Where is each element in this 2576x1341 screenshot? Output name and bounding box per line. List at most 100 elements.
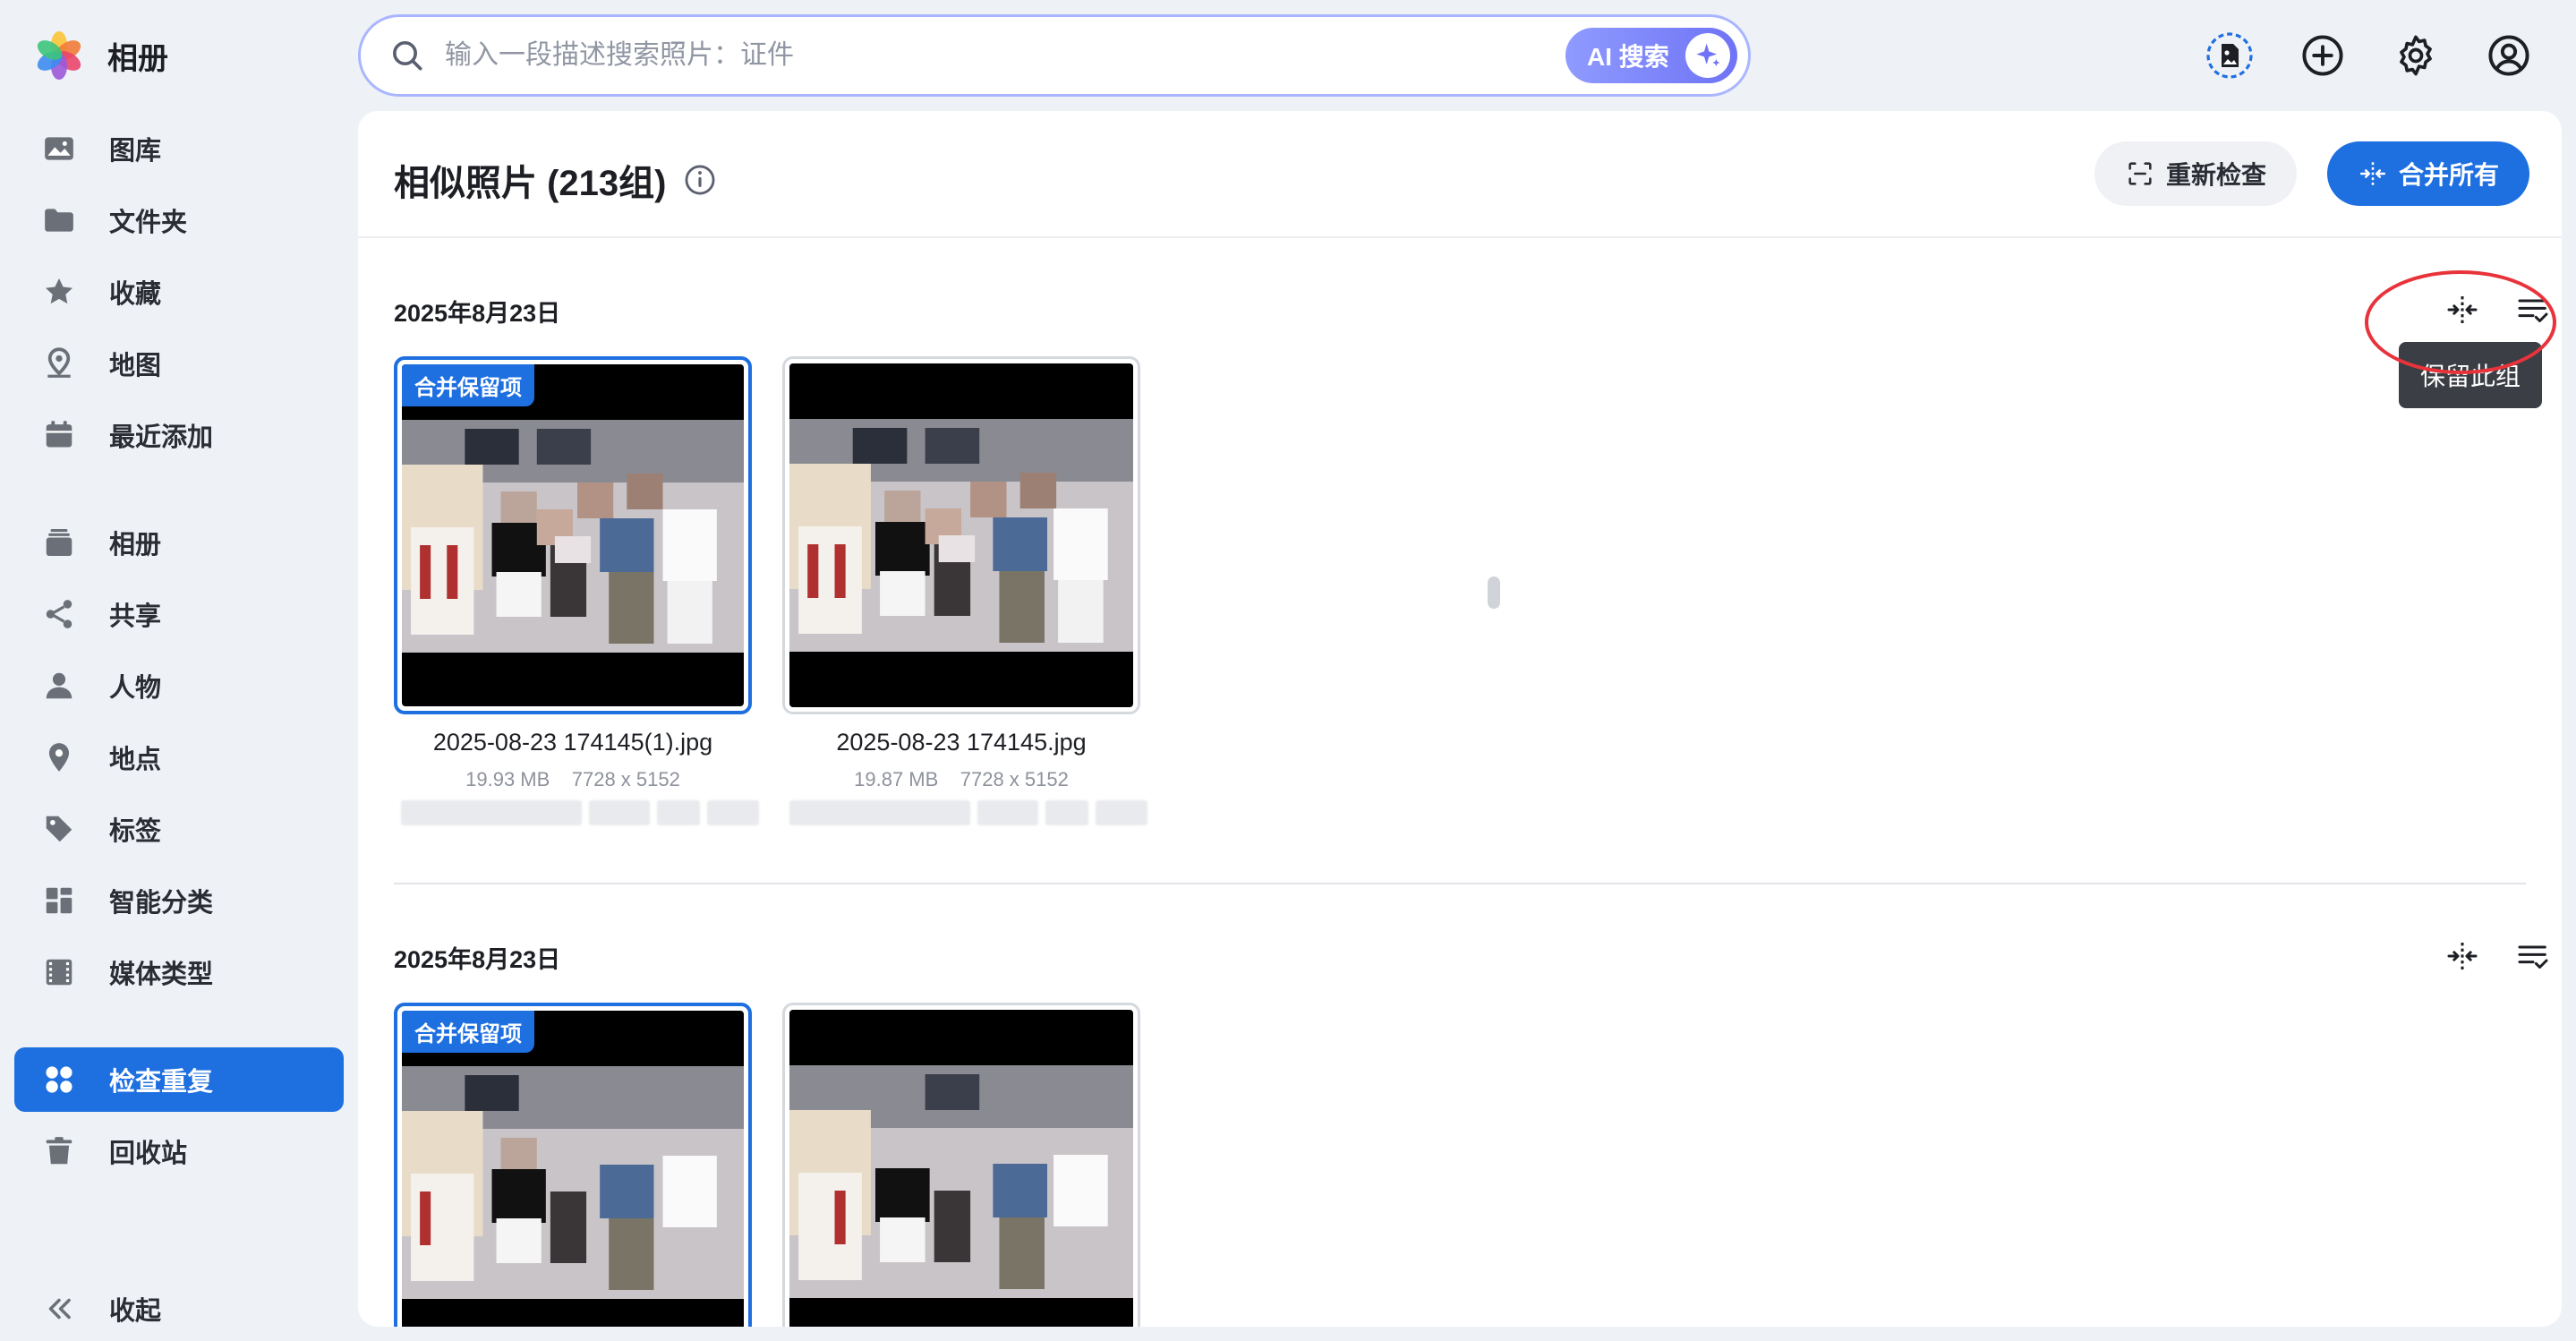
albums-icon: [41, 525, 77, 560]
page-title-text: 相似照片 (213组): [394, 164, 667, 203]
group-photo-image: [789, 1065, 1133, 1298]
map-pin-icon: [41, 346, 77, 381]
redacted-info: [401, 800, 759, 829]
ai-search-button[interactable]: AI 搜索: [1565, 28, 1737, 83]
keep-badge: 合并保留项: [402, 364, 534, 406]
photo-size: 19.93 MB: [465, 768, 550, 790]
photo-thumbnail: 合并保留项: [402, 364, 744, 706]
settings-button[interactable]: [2384, 24, 2447, 87]
calendar-icon: [41, 417, 77, 453]
group-divider: [394, 883, 2526, 884]
header-divider: [358, 236, 2562, 238]
group-photo-image: [402, 420, 744, 653]
recheck-label: 重新检查: [2165, 161, 2266, 189]
sidebar-item-check-duplicates[interactable]: 检查重复: [14, 1047, 344, 1112]
tag-icon: [41, 811, 77, 847]
photo-thumbnail: [789, 1010, 1133, 1327]
app-title: 相册: [107, 41, 168, 76]
photo-dimensions: 7728 x 5152: [960, 768, 1069, 790]
double-chevron-left-icon: [41, 1291, 77, 1327]
folder-icon: [41, 202, 77, 238]
sidebar-item-label: 收藏: [109, 280, 162, 309]
photo-size: 19.87 MB: [854, 768, 939, 790]
page-title: 相似照片 (213组): [394, 154, 717, 206]
keep-group-tooltip: 保留此组: [2399, 342, 2542, 408]
sidebar-item-label: 地图: [109, 352, 162, 380]
merge-icon: [2447, 943, 2478, 969]
duplicates-icon: [41, 1062, 77, 1098]
sidebar-item-smart-categories[interactable]: 智能分类: [14, 868, 344, 933]
photo-thumbnail: [789, 363, 1133, 707]
merge-icon: [2359, 162, 2386, 185]
sidebar-item-label: 地点: [109, 746, 162, 774]
merge-icon: [2447, 296, 2478, 323]
trash-icon: [41, 1133, 77, 1169]
photo-filename: 2025-08-23 174145(1).jpg: [432, 729, 713, 756]
sidebar-item-label: 最近添加: [109, 423, 214, 452]
photo-dimensions: 7728 x 5152: [571, 768, 680, 790]
photo-card[interactable]: 合并保留项: [394, 1003, 752, 1327]
sidebar-item-albums[interactable]: 相册: [14, 510, 344, 575]
sidebar-item-label: 回收站: [109, 1140, 188, 1168]
star-icon: [41, 274, 77, 310]
settings-icon: [2400, 35, 2432, 76]
keep-group-button[interactable]: [2508, 931, 2558, 981]
photo-card[interactable]: 合并保留项: [394, 356, 752, 714]
sidebar-item-people[interactable]: 人物: [14, 653, 344, 718]
person-icon: [41, 668, 77, 704]
photo-meta: 19.87 MB 7728 x 5152: [782, 768, 1140, 791]
redacted-info: [789, 800, 1147, 829]
sidebar-item-label: 人物: [109, 674, 162, 703]
sidebar-item-favorites[interactable]: 收藏: [14, 260, 344, 324]
photo-card[interactable]: [782, 356, 1140, 714]
photo-card[interactable]: [782, 1003, 1140, 1327]
list-check-icon: [2518, 945, 2548, 969]
merge-all-button[interactable]: 合并所有: [2327, 141, 2529, 206]
film-icon: [41, 954, 77, 990]
location-icon: [41, 739, 77, 775]
sidebar-item-media-types[interactable]: 媒体类型: [14, 940, 344, 1004]
sidebar-item-label: 图库: [109, 137, 162, 166]
sidebar-item-folder[interactable]: 文件夹: [14, 188, 344, 252]
app-window: 相册 图库 文件夹 收藏 地图 最近添加 相册 共享 人物 地点 标签 智能分类…: [0, 0, 2576, 1341]
image-scroll-handle[interactable]: [1488, 577, 1500, 609]
sidebar-item-label: 文件夹: [109, 209, 188, 237]
collapse-label: 收起: [109, 1297, 162, 1326]
photo-meta: 19.93 MB 7728 x 5152: [394, 768, 752, 791]
info-icon[interactable]: [683, 163, 717, 197]
keep-group-button[interactable]: [2508, 285, 2558, 335]
search-input[interactable]: [445, 40, 1565, 71]
add-button[interactable]: [2291, 24, 2354, 87]
merge-all-label: 合并所有: [2398, 161, 2499, 189]
image-icon: [41, 131, 77, 167]
sidebar-item-tags[interactable]: 标签: [14, 797, 344, 861]
sidebar-item-places[interactable]: 地点: [14, 725, 344, 790]
sidebar-item-trash[interactable]: 回收站: [14, 1119, 344, 1183]
sidebar-item-label: 媒体类型: [109, 961, 214, 989]
sidebar-item-label: 标签: [109, 817, 162, 846]
add-icon: [2302, 35, 2343, 76]
sidebar-item-gallery[interactable]: 图库: [14, 116, 344, 181]
photo-filename: 2025-08-23 174145.jpg: [836, 729, 1087, 756]
keep-badge: 合并保留项: [402, 1011, 534, 1053]
search-bar[interactable]: AI 搜索: [358, 14, 1751, 97]
recheck-button[interactable]: 重新检查: [2094, 141, 2297, 206]
ai-search-label: AI 搜索: [1587, 43, 1669, 71]
group-photo-image: [789, 419, 1133, 652]
sidebar-item-map[interactable]: 地图: [14, 331, 344, 396]
photo-doc-button[interactable]: [2198, 24, 2261, 87]
group-merge-button[interactable]: [2437, 931, 2487, 981]
app-logo: 相册: [30, 27, 168, 84]
grid-icon: [41, 883, 77, 918]
sidebar-item-label: 相册: [109, 531, 162, 559]
sidebar-item-label: 共享: [109, 602, 162, 631]
group-date: 2025年8月23日: [394, 300, 561, 327]
account-button[interactable]: [2478, 24, 2540, 87]
photo-thumbnail: 合并保留项: [402, 1011, 744, 1327]
group-merge-button[interactable]: [2437, 285, 2487, 335]
sidebar-item-shared[interactable]: 共享: [14, 582, 344, 646]
sidebar-collapse-button[interactable]: 收起: [14, 1277, 344, 1341]
group-photo-image: [402, 1066, 744, 1299]
sparkle-icon: [1685, 33, 1730, 78]
sidebar-item-recent[interactable]: 最近添加: [14, 403, 344, 467]
